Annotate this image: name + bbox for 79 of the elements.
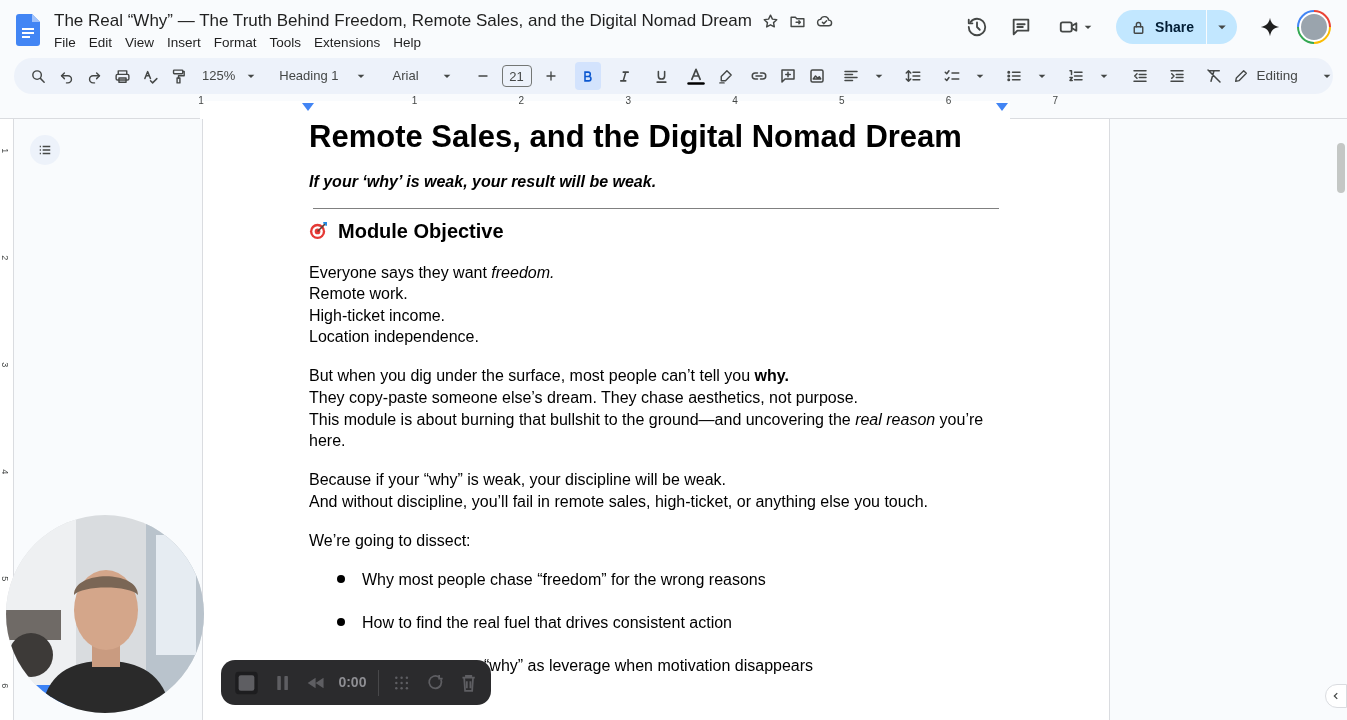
section-heading: Module Objective xyxy=(338,218,504,244)
recording-time: 0:00 xyxy=(338,673,367,692)
ruler-number: 1 xyxy=(0,148,12,154)
increase-indent-icon[interactable] xyxy=(1167,67,1186,85)
ruler-number: 1 xyxy=(198,94,204,108)
ruler-number: 7 xyxy=(1052,94,1059,108)
menu-item[interactable]: Extensions xyxy=(314,34,381,52)
share-button[interactable]: Share xyxy=(1116,10,1237,44)
ruler-number: 2 xyxy=(518,94,525,108)
add-comment-icon[interactable] xyxy=(778,67,797,85)
ruler-number: 5 xyxy=(0,576,12,582)
share-label: Share xyxy=(1155,17,1194,37)
ruler-number: 1 xyxy=(411,94,418,108)
account-avatar[interactable] xyxy=(1297,10,1331,44)
style-dropdown[interactable]: Heading 1 xyxy=(275,66,373,86)
menu-item[interactable]: File xyxy=(54,34,76,52)
side-panel-toggle[interactable] xyxy=(1325,684,1347,708)
paragraph-line: High-ticket income. xyxy=(309,305,447,326)
paragraph-line: This module is about burning that bullshit to the ground—and uncovering the real reason you’re here. xyxy=(309,409,985,452)
version-history-icon[interactable] xyxy=(966,16,989,38)
line-spacing-icon[interactable] xyxy=(903,67,922,85)
ruler-number: 6 xyxy=(945,94,952,108)
paragraph-line: Location independence. xyxy=(309,327,480,348)
scrollbar-thumb[interactable] xyxy=(1337,143,1345,193)
zoom-value: 125% xyxy=(202,67,236,86)
menu-item[interactable]: Tools xyxy=(269,34,302,52)
ruler-number: 5 xyxy=(839,94,845,108)
bullet-icon xyxy=(337,618,345,627)
menu-item[interactable]: Insert xyxy=(167,34,201,52)
clear-formatting-icon[interactable] xyxy=(1204,67,1223,85)
paragraph-line: Because if your “why” is weak, your discipline will be weak. xyxy=(309,470,728,491)
paragraph-line: And without discipline, you’ll fail in remote sales, high-ticket, or anything else you touch. xyxy=(309,491,929,512)
zoom-dropdown[interactable]: 125% xyxy=(202,66,260,86)
document-outline-button[interactable] xyxy=(30,135,60,165)
docs-logo-icon[interactable] xyxy=(16,14,40,46)
pencil-icon xyxy=(1232,68,1249,84)
star-icon[interactable] xyxy=(761,12,779,30)
menu-item[interactable]: Help xyxy=(393,34,421,52)
image-icon[interactable] xyxy=(807,67,826,85)
paragraph-line: Everyone says they want freedom. xyxy=(309,262,556,283)
search-icon[interactable] xyxy=(30,67,47,85)
font-dropdown[interactable]: Arial xyxy=(388,66,459,86)
paragraph-line: Remote work. xyxy=(309,284,409,305)
indent-marker-icon[interactable] xyxy=(996,103,1008,111)
highlighter-icon[interactable] xyxy=(716,67,734,85)
mode-label: Editing xyxy=(1256,66,1299,85)
ruler-number: 4 xyxy=(0,469,12,475)
bullet-text: How to find the real fuel that drives consistent action xyxy=(362,612,732,633)
menu-item[interactable]: View xyxy=(125,34,155,52)
editing-mode-dropdown[interactable]: Editing xyxy=(1222,61,1345,91)
text-color-icon[interactable] xyxy=(685,66,706,86)
bullet-icon xyxy=(337,575,345,584)
font-value: Arial xyxy=(392,67,419,86)
style-value: Heading 1 xyxy=(279,67,339,86)
font-size-field[interactable]: 21 xyxy=(501,65,532,87)
underline-icon xyxy=(654,68,670,84)
bullet-text: “why” as leverage when motivation disappears xyxy=(484,655,814,676)
paragraph-line: They copy-paste someone else’s dream. They chase aesthetics, not purpose. xyxy=(309,388,860,409)
bullet-text: Why most people chase “freedom” for the wrong reasons xyxy=(362,569,766,590)
target-icon xyxy=(309,221,328,241)
list-icon xyxy=(38,143,52,157)
paragraph-line: But when you dig under the surface, most people can’t tell you why. xyxy=(309,366,790,387)
indent-marker-icon[interactable] xyxy=(302,103,314,111)
ruler-number: 4 xyxy=(732,94,738,108)
document-heading: Remote Sales, and the Digital Nomad Dream xyxy=(309,119,963,155)
document-title[interactable]: The Real “Why” — The Truth Behind Freedom, Remote Sales, and the Digital Nomad Dream xyxy=(54,10,752,32)
ruler-number: 2 xyxy=(0,255,12,261)
ruler-number: 6 xyxy=(0,683,12,689)
document-subtitle: If your ‘why’ is weak, your result will be weak. xyxy=(309,172,658,192)
decrease-indent-icon[interactable] xyxy=(1130,67,1149,85)
paint-format-icon[interactable] xyxy=(170,67,187,85)
menu-item[interactable]: Format xyxy=(213,34,257,52)
paragraph-line: We’re going to dissect: xyxy=(309,531,472,552)
print-icon[interactable] xyxy=(114,67,131,85)
chevron-left-icon xyxy=(1331,691,1341,701)
menu-item[interactable]: Edit xyxy=(88,34,113,52)
bold-button[interactable] xyxy=(574,62,601,90)
ruler-number: 3 xyxy=(0,362,12,368)
ruler-number: 3 xyxy=(625,94,631,108)
